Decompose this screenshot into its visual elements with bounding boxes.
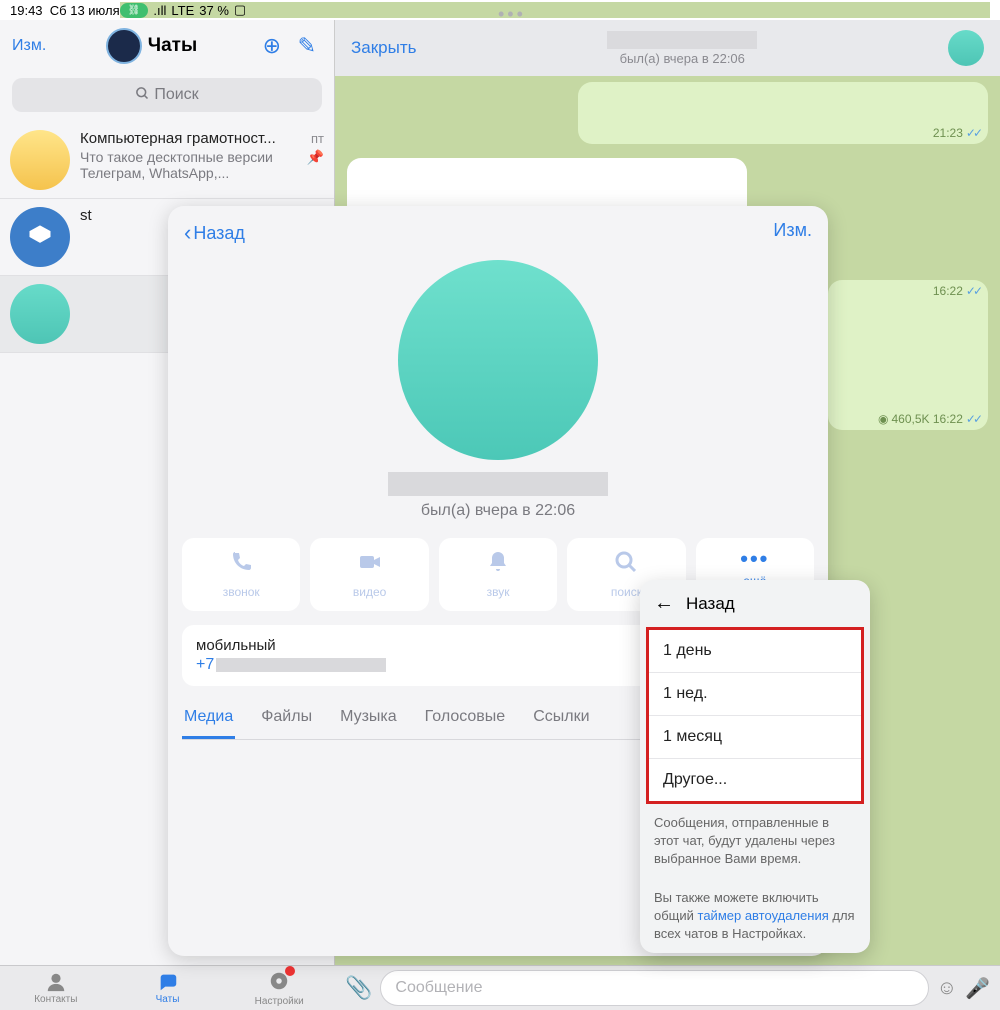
sticker-icon[interactable]: ☺ bbox=[937, 977, 957, 1000]
profile-last-seen: был(а) вчера в 22:06 bbox=[168, 502, 828, 520]
chevron-left-icon: ‹ bbox=[184, 220, 191, 246]
arrow-left-icon[interactable]: ← bbox=[654, 592, 674, 615]
highlight-box: 1 день 1 нед. 1 месяц Другое... bbox=[646, 627, 864, 804]
back-button[interactable]: ‹Назад bbox=[184, 220, 245, 246]
hotspot-icon: ⛓ bbox=[120, 3, 149, 18]
action-video[interactable]: видео bbox=[310, 538, 428, 611]
search-icon bbox=[613, 550, 639, 574]
network-label: LTE bbox=[171, 3, 194, 18]
pin-icon: 📌 bbox=[307, 149, 324, 181]
action-sound[interactable]: звук bbox=[439, 538, 557, 611]
seg-music[interactable]: Музыка bbox=[338, 708, 399, 739]
more-icon: ••• bbox=[700, 550, 810, 568]
phone-prefix: +7 bbox=[196, 656, 214, 674]
mic-icon[interactable]: 🎤 bbox=[965, 976, 990, 1001]
tab-contacts[interactable]: Контакты bbox=[0, 966, 112, 1010]
page-title: Чаты bbox=[106, 28, 197, 64]
close-button[interactable]: Закрыть bbox=[351, 38, 416, 58]
tab-settings[interactable]: Настройки bbox=[223, 966, 335, 1010]
chat-name: st bbox=[80, 207, 92, 224]
seg-links[interactable]: Ссылки bbox=[531, 708, 591, 739]
edit-button[interactable]: Изм. bbox=[12, 37, 46, 55]
bell-icon bbox=[485, 550, 511, 574]
read-checks-icon: ✓✓ bbox=[966, 126, 980, 140]
autodelete-link[interactable]: таймер автоудаления bbox=[698, 908, 829, 923]
profile-name-redacted bbox=[388, 472, 608, 496]
eye-icon: ◉ bbox=[878, 412, 888, 426]
seg-voice[interactable]: Голосовые bbox=[423, 708, 508, 739]
opt-1month[interactable]: 1 месяц bbox=[649, 716, 861, 759]
chat-row[interactable]: Компьютерная грамотност... пт Что такое д… bbox=[0, 122, 334, 199]
opt-other[interactable]: Другое... bbox=[649, 759, 861, 801]
avatar bbox=[10, 207, 70, 267]
avatar bbox=[10, 130, 70, 190]
date: Сб 13 июля bbox=[50, 3, 120, 18]
phone-icon bbox=[228, 550, 254, 574]
video-icon bbox=[357, 550, 383, 574]
message-input[interactable]: Сообщение bbox=[380, 970, 928, 1006]
action-call[interactable]: звонок bbox=[182, 538, 300, 611]
chat-title-redacted bbox=[607, 31, 757, 49]
attach-icon[interactable]: 📎 bbox=[345, 975, 372, 1001]
chat-header: Закрыть был(а) вчера в 22:06 bbox=[335, 20, 1000, 76]
search-icon bbox=[135, 86, 150, 101]
autodelete-popover: ← Назад 1 день 1 нед. 1 месяц Другое... С… bbox=[640, 580, 870, 953]
chat-name: Компьютерная грамотност... bbox=[80, 130, 276, 147]
avatar bbox=[10, 284, 70, 344]
badge-icon bbox=[285, 966, 295, 976]
popover-note2: Вы также можете включить общий таймер ав… bbox=[640, 879, 870, 954]
compose-icon[interactable]: ✎ bbox=[292, 33, 322, 58]
battery-label: 37 % bbox=[199, 3, 229, 18]
clock: 19:43 bbox=[10, 3, 43, 18]
search-input[interactable]: Поиск bbox=[12, 78, 322, 112]
opt-1week[interactable]: 1 нед. bbox=[649, 673, 861, 716]
tab-chats[interactable]: Чаты bbox=[112, 966, 224, 1010]
popover-note1: Сообщения, отправленные в этот чат, буду… bbox=[640, 804, 870, 879]
battery-icon: ▢ bbox=[234, 2, 246, 18]
phone-redacted bbox=[216, 658, 386, 672]
seg-media[interactable]: Медиа bbox=[182, 708, 235, 739]
new-chat-icon[interactable]: ⊕ bbox=[257, 33, 287, 58]
edit-button[interactable]: Изм. bbox=[773, 220, 812, 246]
seg-files[interactable]: Файлы bbox=[259, 708, 314, 739]
read-checks-icon: ✓✓ bbox=[966, 412, 980, 426]
profile-avatar[interactable] bbox=[398, 260, 598, 460]
read-checks-icon: ✓✓ bbox=[966, 284, 980, 298]
popover-title: Назад bbox=[686, 594, 735, 614]
chat-avatar[interactable] bbox=[948, 30, 984, 66]
chat-preview: Что такое десктопные версии Телеграм, Wh… bbox=[80, 149, 307, 181]
app-avatar bbox=[106, 28, 142, 64]
last-seen: был(а) вчера в 22:06 bbox=[620, 51, 745, 66]
opt-1day[interactable]: 1 день bbox=[649, 630, 861, 673]
out-bubble[interactable]: 16:22✓✓ ◉460,5K 16:22✓✓ bbox=[828, 280, 988, 430]
out-bubble[interactable]: 21:23✓✓ bbox=[578, 82, 988, 144]
chat-date: пт bbox=[311, 131, 324, 146]
signal-icon: .ıll bbox=[153, 3, 166, 18]
